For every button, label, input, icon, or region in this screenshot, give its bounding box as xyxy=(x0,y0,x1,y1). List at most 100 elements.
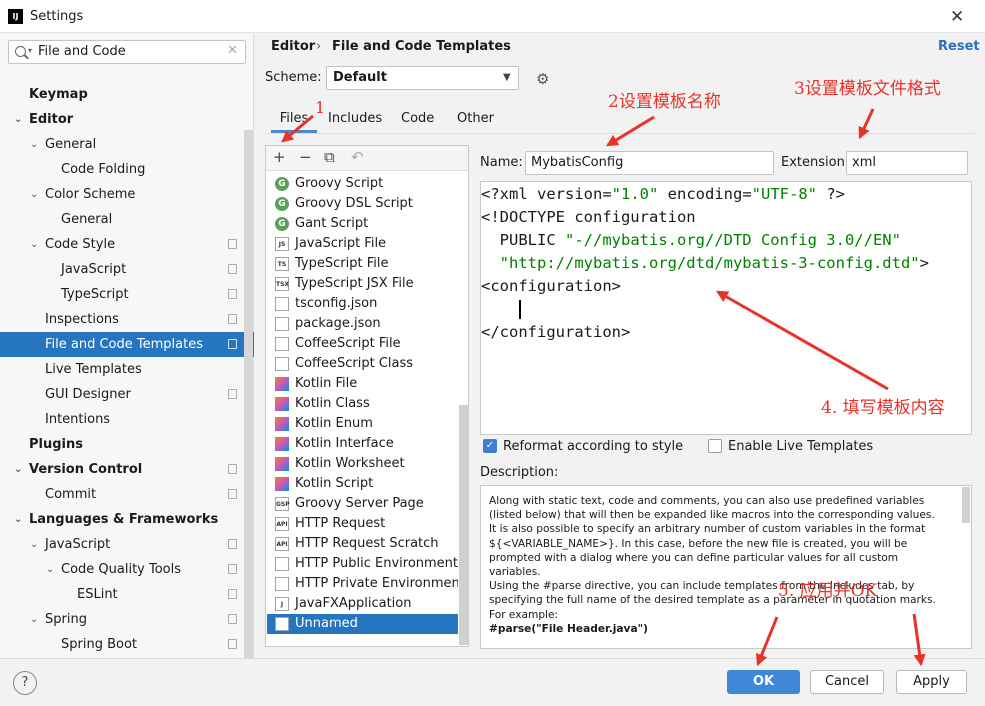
template-item-label: HTTP Private Environment File xyxy=(295,576,458,591)
sidebar-item-typescript[interactable]: TypeScript xyxy=(0,282,254,307)
sidebar-item-version-control[interactable]: ⌄ Version Control xyxy=(0,457,254,482)
apply-button[interactable]: Apply xyxy=(896,670,967,694)
chevron-down-icon[interactable]: ⌄ xyxy=(30,132,38,157)
template-item[interactable]: tsconfig.json xyxy=(267,294,458,314)
description-scrollbar[interactable] xyxy=(962,487,970,523)
chevron-down-icon[interactable]: ⌄ xyxy=(30,232,38,257)
tree-scrollbar[interactable] xyxy=(244,130,253,658)
tab-includes[interactable]: Includes xyxy=(328,111,382,133)
reset-link[interactable]: Reset xyxy=(938,39,980,54)
sidebar-item-file-and-code-templates[interactable]: File and Code Templates xyxy=(0,332,254,357)
settings-search-input[interactable]: ▾ File and Code ✕ xyxy=(8,40,246,64)
ok-button[interactable]: OK xyxy=(727,670,800,694)
template-item[interactable]: API HTTP Request Scratch xyxy=(267,534,458,554)
reformat-checkbox[interactable]: ✓ xyxy=(483,439,497,453)
sidebar-item-live-templates[interactable]: Live Templates xyxy=(0,357,254,382)
live-templates-checkbox[interactable] xyxy=(708,439,722,453)
chevron-down-icon[interactable]: ⌄ xyxy=(14,457,22,482)
chevron-down-icon[interactable]: ⌄ xyxy=(30,532,38,557)
template-item[interactable]: API HTTP Request xyxy=(267,514,458,534)
chevron-down-icon[interactable]: ⌄ xyxy=(46,557,54,582)
template-item[interactable]: J JavaFXApplication xyxy=(267,594,458,614)
copy-template-button[interactable]: ⧉ xyxy=(324,148,335,166)
extension-input[interactable]: xml xyxy=(846,151,968,175)
list-scrollbar[interactable] xyxy=(459,405,468,645)
sidebar-item-code-folding[interactable]: Code Folding xyxy=(0,157,254,182)
template-item[interactable]: Unnamed xyxy=(267,614,458,634)
template-item[interactable]: G Groovy Script xyxy=(267,174,458,194)
sidebar-item-editor[interactable]: ⌄ Editor xyxy=(0,107,254,132)
cancel-button[interactable]: Cancel xyxy=(810,670,884,694)
template-item[interactable]: G Gant Script xyxy=(267,214,458,234)
sidebar-item-intentions[interactable]: Intentions xyxy=(0,407,254,432)
template-item[interactable]: Kotlin Script xyxy=(267,474,458,494)
template-item[interactable]: GSP Groovy Server Page xyxy=(267,494,458,514)
sidebar-item-eslint[interactable]: ESLint xyxy=(0,582,254,607)
code-token: ?> xyxy=(816,185,845,203)
template-item-label: CoffeeScript Class xyxy=(295,356,414,371)
template-item[interactable]: Kotlin Interface xyxy=(267,434,458,454)
sidebar-item-label: Color Scheme xyxy=(45,187,136,202)
gear-icon[interactable]: ⚙ xyxy=(536,70,549,88)
template-item[interactable]: package.json xyxy=(267,314,458,334)
reformat-label[interactable]: Reformat according to style xyxy=(503,439,683,454)
sidebar-item-javascript[interactable]: ⌄ JavaScript xyxy=(0,532,254,557)
template-item[interactable]: CoffeeScript File xyxy=(267,334,458,354)
annotation-step-1: 1 xyxy=(315,98,326,117)
chevron-down-icon[interactable]: ⌄ xyxy=(30,182,38,207)
chevron-down-icon[interactable]: ⌄ xyxy=(30,607,38,632)
search-history-icon[interactable]: ▾ xyxy=(28,46,32,55)
template-item[interactable]: Kotlin Worksheet xyxy=(267,454,458,474)
template-items: G Groovy Script G Groovy DSL Script G Gant Sc… xyxy=(266,174,468,646)
template-item[interactable]: Kotlin Enum xyxy=(267,414,458,434)
sidebar-item-keymap[interactable]: Keymap xyxy=(0,82,254,107)
sidebar-item-gui-designer[interactable]: GUI Designer xyxy=(0,382,254,407)
sidebar-item-spring-boot[interactable]: Spring Boot xyxy=(0,632,254,657)
close-icon[interactable]: ✕ xyxy=(950,7,964,27)
clear-search-icon[interactable]: ✕ xyxy=(227,43,238,58)
template-item[interactable]: TS TypeScript File xyxy=(267,254,458,274)
add-template-button[interactable]: + xyxy=(273,148,286,166)
template-item[interactable]: HTTP Private Environment File xyxy=(267,574,458,594)
code-line: PUBLIC "-//mybatis.org//DTD Config 3.0//… xyxy=(481,229,901,252)
sidebar-item-code-quality-tools[interactable]: ⌄ Code Quality Tools xyxy=(0,557,254,582)
template-item[interactable]: TSX TypeScript JSX File xyxy=(267,274,458,294)
sidebar-item-plugins[interactable]: Plugins xyxy=(0,432,254,457)
live-templates-label[interactable]: Enable Live Templates xyxy=(728,439,873,454)
sidebar-item-inspections[interactable]: Inspections xyxy=(0,307,254,332)
template-item[interactable]: G Groovy DSL Script xyxy=(267,194,458,214)
template-item[interactable]: CoffeeScript Class xyxy=(267,354,458,374)
sidebar-item-color-scheme[interactable]: ⌄ Color Scheme xyxy=(0,182,254,207)
template-item[interactable]: HTTP Public Environment File xyxy=(267,554,458,574)
sidebar-item-languages-frameworks[interactable]: ⌄ Languages & Frameworks xyxy=(0,507,254,532)
template-item[interactable]: JS JavaScript File xyxy=(267,234,458,254)
code-token: <?xml version= xyxy=(481,185,612,203)
template-item[interactable]: Kotlin Class xyxy=(267,394,458,414)
arrow-to-name-field xyxy=(605,115,655,147)
sidebar-item-code-style[interactable]: ⌄ Code Style xyxy=(0,232,254,257)
template-item[interactable]: Kotlin File xyxy=(267,374,458,394)
project-scope-icon xyxy=(228,539,237,549)
sidebar-item-spring[interactable]: ⌄ Spring xyxy=(0,607,254,632)
template-list: + − ⧉ ↶ G Groovy Script G Groovy DSL Script… xyxy=(265,145,469,647)
sidebar-item-commit[interactable]: Commit xyxy=(0,482,254,507)
chevron-down-icon[interactable]: ⌄ xyxy=(14,507,22,532)
template-item-label: Groovy DSL Script xyxy=(295,196,413,211)
code-line: "http://mybatis.org/dtd/mybatis-3-config… xyxy=(481,252,929,275)
file-icon xyxy=(275,577,289,591)
revert-template-button[interactable]: ↶ xyxy=(351,148,364,166)
remove-template-button[interactable]: − xyxy=(299,148,312,166)
help-icon[interactable]: ? xyxy=(13,671,37,695)
scheme-select[interactable]: Default ▼ xyxy=(326,66,519,90)
template-name-input[interactable]: MybatisConfig xyxy=(525,151,774,175)
search-value: File and Code xyxy=(38,44,126,59)
page-title: File and Code Templates xyxy=(332,39,511,54)
tab-code[interactable]: Code xyxy=(401,111,434,133)
sidebar-item-javascript[interactable]: JavaScript xyxy=(0,257,254,282)
tab-other[interactable]: Other xyxy=(457,111,494,133)
chevron-down-icon[interactable]: ⌄ xyxy=(14,107,22,132)
tab-files[interactable]: Files xyxy=(271,111,317,133)
breadcrumb-parent[interactable]: Editor xyxy=(271,39,315,54)
sidebar-item-general[interactable]: General xyxy=(0,207,254,232)
sidebar-item-general[interactable]: ⌄ General xyxy=(0,132,254,157)
